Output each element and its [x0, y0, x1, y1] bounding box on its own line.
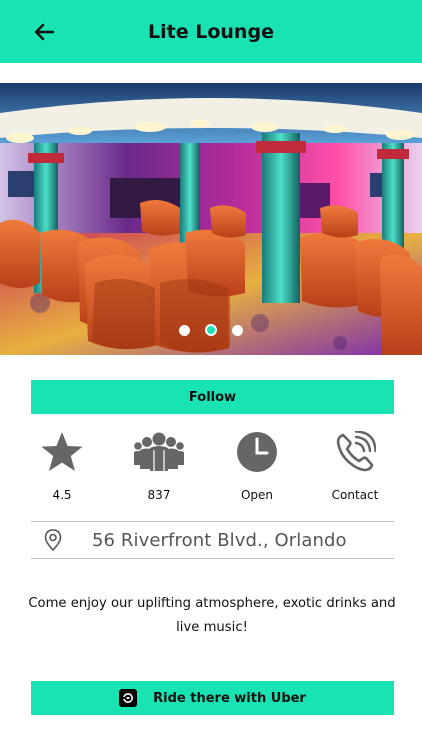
- divider: [31, 558, 394, 559]
- carousel-dot[interactable]: [232, 324, 243, 336]
- group-icon: [134, 428, 184, 476]
- phone-icon: [334, 428, 376, 476]
- address-text: 56 Riverfront Blvd., Orlando: [92, 529, 347, 551]
- address-row[interactable]: 56 Riverfront Blvd., Orlando: [31, 522, 394, 558]
- star-icon: [40, 428, 84, 476]
- clock-icon: [236, 428, 278, 476]
- uber-button-label: Ride there with Uber: [153, 690, 306, 706]
- contact-stat[interactable]: Contact: [310, 428, 400, 502]
- rating-value: 4.5: [52, 488, 72, 502]
- venue-photo-carousel[interactable]: [0, 83, 422, 355]
- followers-count: 837: [147, 488, 171, 502]
- uber-ride-button[interactable]: Ride there with Uber: [31, 681, 394, 715]
- hours-stat[interactable]: Open: [212, 428, 302, 502]
- page-title: Lite Lounge: [148, 20, 274, 43]
- followers-stat[interactable]: 837: [114, 428, 204, 502]
- location-pin-icon: [33, 529, 73, 551]
- uber-icon: [119, 689, 138, 707]
- contact-label: Contact: [331, 488, 379, 502]
- venue-stats: 4.5 837 Open Contact: [0, 428, 422, 508]
- carousel-dot[interactable]: [179, 324, 190, 336]
- venue-photo: [0, 83, 422, 355]
- back-arrow-icon[interactable]: [30, 18, 58, 46]
- carousel-indicator: [0, 324, 422, 336]
- open-status: Open: [240, 488, 274, 502]
- follow-button[interactable]: Follow: [31, 380, 394, 414]
- rating-stat[interactable]: 4.5: [17, 428, 107, 502]
- venue-description: Come enjoy our uplifting atmosphere, exo…: [28, 596, 396, 635]
- top-bar: Lite Lounge: [0, 0, 422, 63]
- carousel-dot-active[interactable]: [205, 324, 217, 336]
